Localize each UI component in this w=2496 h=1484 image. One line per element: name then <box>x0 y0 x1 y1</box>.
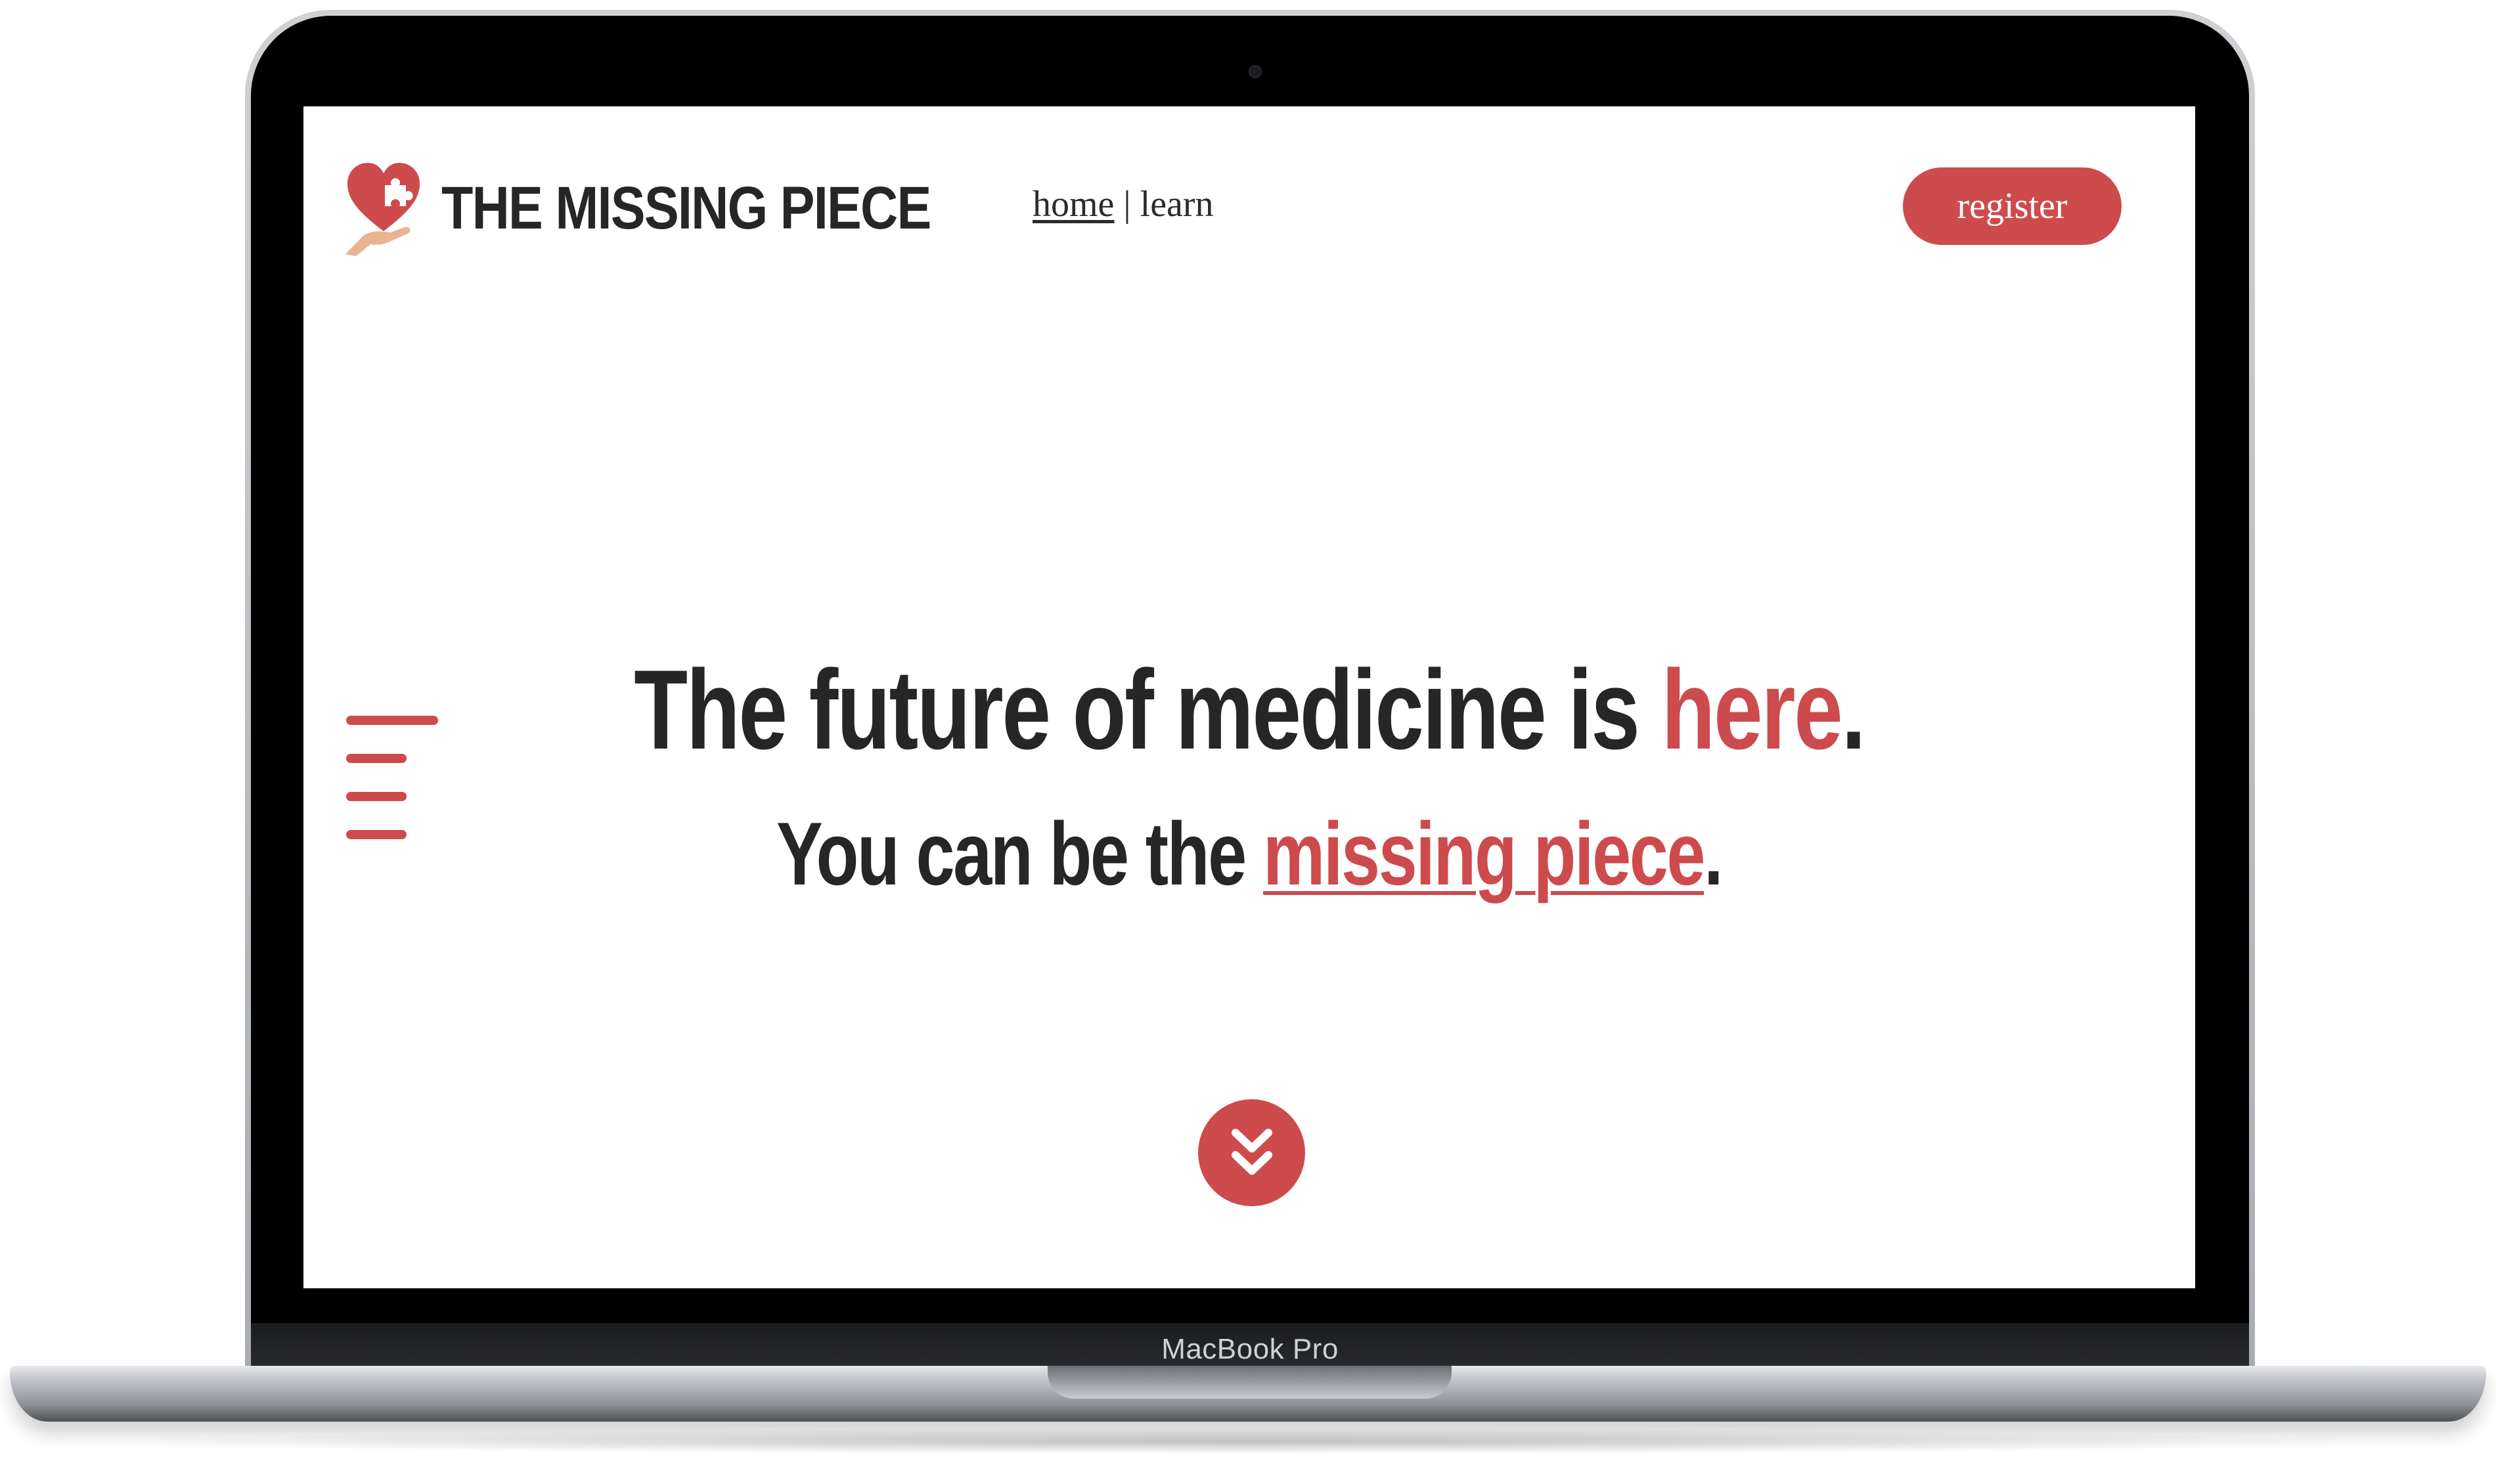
main-nav: home | learn <box>1033 183 1214 225</box>
brand-name: THE MISSING PIECE <box>441 174 931 242</box>
laptop-notch <box>1048 1366 1452 1399</box>
hero-subheadline-period: . <box>1704 804 1724 904</box>
nav-learn-link[interactable]: learn <box>1140 184 1214 225</box>
hero-headline-text: The future of medicine is <box>634 647 1662 773</box>
hero-headline-period: . <box>1841 647 1866 773</box>
menu-bar-3 <box>346 792 407 801</box>
nav-separator: | <box>1123 184 1131 225</box>
browser-viewport: THE MISSING PIECE home | learn register Th… <box>303 106 2195 1288</box>
register-button[interactable]: register <box>1903 167 2122 245</box>
camera-icon <box>1249 65 1262 78</box>
nav-home-link[interactable]: home <box>1033 184 1114 225</box>
heart-puzzle-hand-icon <box>345 163 420 256</box>
hero-subheadline: You can be the missing piece. <box>303 802 2195 905</box>
missing-piece-link[interactable]: missing piece <box>1263 804 1706 904</box>
hero-headline-accent: here <box>1661 647 1843 773</box>
hero-headline: The future of medicine is here. <box>303 645 2195 775</box>
laptop-mockup: MacBook Pro THE MISSING PIECE home | learn… <box>0 0 2496 1484</box>
laptop-chin: MacBook Pro <box>251 1323 2249 1372</box>
device-label: MacBook Pro <box>1161 1333 1339 1365</box>
laptop-shadow <box>131 1428 2365 1454</box>
site-logo[interactable]: THE MISSING PIECE <box>344 159 1010 257</box>
double-chevron-down-icon <box>1231 1128 1272 1175</box>
hero-subheadline-text: You can be the <box>776 804 1264 904</box>
scroll-down-button[interactable] <box>1198 1099 1305 1206</box>
